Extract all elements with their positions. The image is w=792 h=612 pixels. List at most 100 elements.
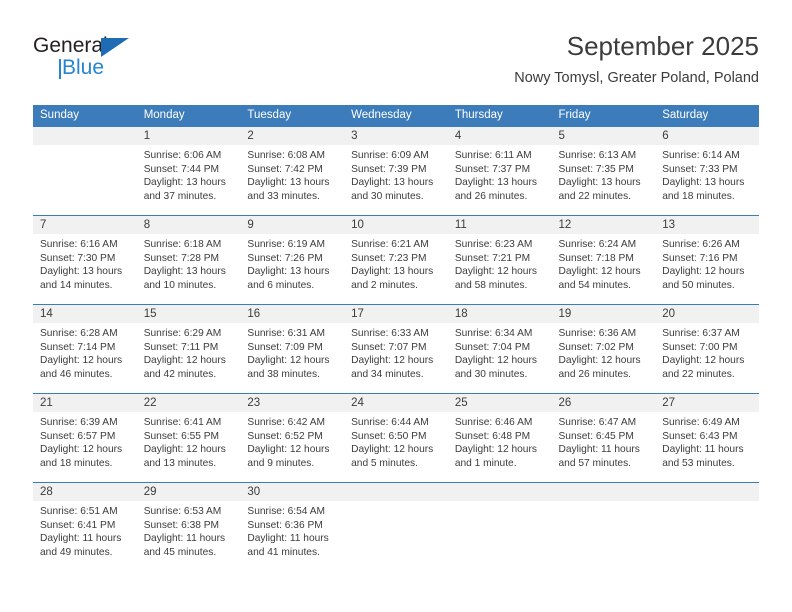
day-details: Sunrise: 6:14 AM Sunset: 7:33 PM Daylight:… xyxy=(655,145,759,203)
daylight-text-line2: and 41 minutes. xyxy=(247,546,320,558)
daylight-text-line2: and 46 minutes. xyxy=(40,368,113,380)
day-number xyxy=(33,127,137,145)
daylight-text-line2: and 33 minutes. xyxy=(247,190,320,202)
day-number: 11 xyxy=(447,216,552,234)
sunrise-text: Sunrise: 6:44 AM xyxy=(351,417,429,428)
sunset-text: Sunset: 6:57 PM xyxy=(40,430,116,442)
day-number: 13 xyxy=(655,216,759,234)
day-number: 21 xyxy=(33,394,137,412)
sunrise-text: Sunrise: 6:21 AM xyxy=(351,239,429,250)
page-subtitle: Nowy Tomysl, Greater Poland, Poland xyxy=(514,70,759,86)
calendar-day-cell[interactable]: 1 Sunrise: 6:06 AM Sunset: 7:44 PM Daylight… xyxy=(136,126,241,216)
sunrise-text: Sunrise: 6:51 AM xyxy=(40,506,118,517)
calendar-day-cell[interactable]: 10 Sunrise: 6:21 AM Sunset: 7:23 PM Dayligh… xyxy=(344,215,448,305)
daylight-text-line2: and 9 minutes. xyxy=(247,457,315,469)
calendar-day-cell[interactable]: 25 Sunrise: 6:46 AM Sunset: 6:48 PM Dayligh… xyxy=(447,393,552,483)
daylight-text-line1: Daylight: 12 hours xyxy=(351,444,434,456)
calendar-day-cell[interactable]: 14 Sunrise: 6:28 AM Sunset: 7:14 PM Dayligh… xyxy=(33,304,137,394)
day-number: 3 xyxy=(344,127,448,145)
daylight-text-line1: Daylight: 13 hours xyxy=(143,177,226,189)
sunrise-text: Sunrise: 6:16 AM xyxy=(40,239,118,250)
daylight-text-line2: and 58 minutes. xyxy=(454,279,528,291)
calendar-day-cell[interactable]: 13 Sunrise: 6:26 AM Sunset: 7:16 PM Dayligh… xyxy=(655,215,759,305)
calendar-day-cell[interactable]: 26 Sunrise: 6:47 AM Sunset: 6:45 PM Dayligh… xyxy=(551,393,656,483)
calendar-day-cell[interactable]: 29 Sunrise: 6:53 AM Sunset: 6:38 PM Dayligh… xyxy=(136,482,241,572)
sunrise-text: Sunrise: 6:36 AM xyxy=(558,328,637,339)
day-number: 14 xyxy=(33,305,137,323)
day-details: Sunrise: 6:37 AM Sunset: 7:00 PM Daylight:… xyxy=(655,323,759,381)
calendar-day-cell[interactable]: 30 Sunrise: 6:54 AM Sunset: 6:36 PM Dayligh… xyxy=(240,482,345,572)
calendar-day-cell[interactable]: 16 Sunrise: 6:31 AM Sunset: 7:09 PM Dayligh… xyxy=(240,304,345,394)
weekday-header-wednesday: Wednesday xyxy=(344,105,448,127)
day-details: Sunrise: 6:33 AM Sunset: 7:07 PM Daylight:… xyxy=(344,323,448,381)
calendar-day-cell[interactable]: 17 Sunrise: 6:33 AM Sunset: 7:07 PM Dayligh… xyxy=(344,304,448,394)
sunrise-text: Sunrise: 6:19 AM xyxy=(247,239,325,250)
daylight-text-line2: and 49 minutes. xyxy=(40,546,113,558)
calendar-day-cell[interactable]: 12 Sunrise: 6:24 AM Sunset: 7:18 PM Dayligh… xyxy=(551,215,656,305)
daylight-text-line2: and 34 minutes. xyxy=(351,368,424,380)
calendar-day-cell[interactable]: 22 Sunrise: 6:41 AM Sunset: 6:55 PM Dayligh… xyxy=(136,393,241,483)
calendar-day-cell[interactable]: 5 Sunrise: 6:13 AM Sunset: 7:35 PM Daylight… xyxy=(551,126,656,216)
day-number: 22 xyxy=(136,394,241,412)
day-details: Sunrise: 6:34 AM Sunset: 7:04 PM Daylight:… xyxy=(448,323,552,381)
daylight-text-line2: and 30 minutes. xyxy=(454,368,528,380)
day-number: 1 xyxy=(136,127,241,145)
calendar-day-cell[interactable]: 9 Sunrise: 6:19 AM Sunset: 7:26 PM Daylight… xyxy=(240,215,345,305)
daylight-text-line2: and 42 minutes. xyxy=(143,368,217,380)
sunrise-text: Sunrise: 6:54 AM xyxy=(247,506,325,517)
day-number: 30 xyxy=(240,483,345,501)
calendar-day-cell[interactable]: 6 Sunrise: 6:14 AM Sunset: 7:33 PM Daylight… xyxy=(655,126,759,216)
title-block: September 2025 Nowy Tomysl, Greater Pola… xyxy=(514,30,759,88)
daylight-text-line1: Daylight: 12 hours xyxy=(558,266,641,278)
day-details: Sunrise: 6:36 AM Sunset: 7:02 PM Daylight:… xyxy=(552,323,656,381)
calendar-day-cell[interactable]: 20 Sunrise: 6:37 AM Sunset: 7:00 PM Dayligh… xyxy=(655,304,759,394)
sunset-text: Sunset: 6:38 PM xyxy=(143,519,220,531)
calendar-day-cell[interactable]: 24 Sunrise: 6:44 AM Sunset: 6:50 PM Dayligh… xyxy=(344,393,448,483)
calendar-day-cell[interactable]: 28 Sunrise: 6:51 AM Sunset: 6:41 PM Dayligh… xyxy=(33,482,137,572)
calendar-day-cell[interactable]: 21 Sunrise: 6:39 AM Sunset: 6:57 PM Dayligh… xyxy=(33,393,137,483)
calendar-day-cell[interactable]: 8 Sunrise: 6:18 AM Sunset: 7:28 PM Daylight… xyxy=(136,215,241,305)
daylight-text-line1: Daylight: 13 hours xyxy=(247,266,330,278)
calendar-day-cell[interactable]: 3 Sunrise: 6:09 AM Sunset: 7:39 PM Daylight… xyxy=(344,126,448,216)
calendar-day-cell[interactable]: 23 Sunrise: 6:42 AM Sunset: 6:52 PM Dayligh… xyxy=(240,393,345,483)
sunrise-text: Sunrise: 6:24 AM xyxy=(558,239,637,250)
day-details: Sunrise: 6:18 AM Sunset: 7:28 PM Daylight:… xyxy=(137,234,241,292)
calendar-week-row: 7 Sunrise: 6:16 AM Sunset: 7:30 PM Daylight… xyxy=(33,215,759,305)
general-blue-logo[interactable]: General Blue xyxy=(33,34,163,88)
calendar-day-cell[interactable]: 4 Sunrise: 6:11 AM Sunset: 7:37 PM Daylight… xyxy=(447,126,552,216)
daylight-text-line2: and 18 minutes. xyxy=(40,457,113,469)
sunset-text: Sunset: 7:09 PM xyxy=(247,341,323,353)
sunrise-text: Sunrise: 6:37 AM xyxy=(662,328,740,339)
calendar-empty-cell xyxy=(655,482,759,572)
weekday-header-saturday: Saturday xyxy=(655,105,759,127)
daylight-text-line1: Daylight: 13 hours xyxy=(351,177,434,189)
logo-general-text: General xyxy=(33,34,108,57)
sunset-text: Sunset: 6:55 PM xyxy=(143,430,220,442)
calendar-day-cell[interactable]: 15 Sunrise: 6:29 AM Sunset: 7:11 PM Dayligh… xyxy=(136,304,241,394)
calendar-day-cell[interactable]: 27 Sunrise: 6:49 AM Sunset: 6:43 PM Dayligh… xyxy=(655,393,759,483)
sunset-text: Sunset: 7:35 PM xyxy=(558,163,634,175)
calendar-day-cell[interactable]: 11 Sunrise: 6:23 AM Sunset: 7:21 PM Dayligh… xyxy=(447,215,552,305)
sunrise-text: Sunrise: 6:14 AM xyxy=(662,150,740,161)
sunrise-text: Sunrise: 6:09 AM xyxy=(351,150,429,161)
daylight-text-line2: and 26 minutes. xyxy=(558,368,632,380)
calendar-day-cell[interactable]: 18 Sunrise: 6:34 AM Sunset: 7:04 PM Dayligh… xyxy=(447,304,552,394)
daylight-text-line1: Daylight: 13 hours xyxy=(143,266,226,278)
daylight-text-line2: and 2 minutes. xyxy=(351,279,418,291)
day-number: 17 xyxy=(344,305,448,323)
sunrise-text: Sunrise: 6:33 AM xyxy=(351,328,429,339)
daylight-text-line2: and 1 minute. xyxy=(454,457,517,469)
sunset-text: Sunset: 6:52 PM xyxy=(247,430,323,442)
calendar-day-cell[interactable]: 19 Sunrise: 6:36 AM Sunset: 7:02 PM Dayligh… xyxy=(551,304,656,394)
day-number: 7 xyxy=(33,216,137,234)
sunrise-text: Sunrise: 6:39 AM xyxy=(40,417,118,428)
daylight-text-line2: and 22 minutes. xyxy=(558,190,632,202)
calendar-day-cell[interactable]: 2 Sunrise: 6:08 AM Sunset: 7:42 PM Daylight… xyxy=(240,126,345,216)
daylight-text-line2: and 18 minutes. xyxy=(662,190,735,202)
calendar-day-cell[interactable]: 7 Sunrise: 6:16 AM Sunset: 7:30 PM Daylight… xyxy=(33,215,137,305)
sunrise-text: Sunrise: 6:28 AM xyxy=(40,328,118,339)
daylight-text-line1: Daylight: 11 hours xyxy=(40,533,122,545)
sunset-text: Sunset: 6:43 PM xyxy=(662,430,738,442)
sunset-text: Sunset: 7:16 PM xyxy=(662,252,738,264)
day-details: Sunrise: 6:19 AM Sunset: 7:26 PM Daylight:… xyxy=(240,234,344,292)
